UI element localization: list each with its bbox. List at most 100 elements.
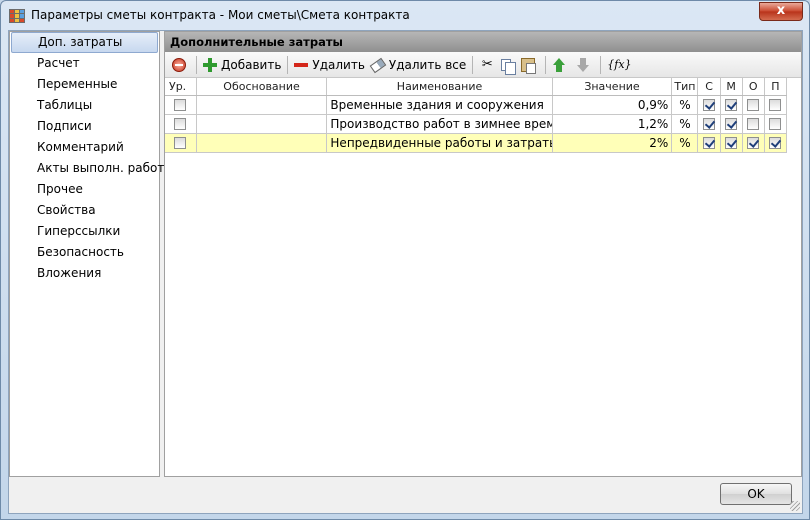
c-cell [697,95,721,115]
sidebar-item[interactable]: Вложения [11,263,158,284]
type-cell[interactable]: % [671,133,699,153]
sidebar: Доп. затраты Расчет Переменные Таблицы Подпи… [9,31,164,477]
name-cell[interactable]: Временные здания и сооружения [326,95,553,115]
toolbar-separator [545,55,547,74]
toolbar-separator [472,55,474,74]
level-cell [165,114,197,134]
column-header-o[interactable]: О [742,78,765,96]
p-checkbox[interactable] [769,137,782,149]
type-cell[interactable]: % [671,95,699,115]
m-checkbox[interactable] [725,99,738,111]
move-down-button[interactable] [573,54,597,76]
value-cell[interactable]: 0,9% [552,95,673,115]
basis-cell[interactable] [196,95,328,115]
title-bar[interactable]: Параметры сметы контракта - Мои сметы\См… [1,1,809,31]
ok-button[interactable]: OK [720,483,792,505]
column-header-level[interactable]: Ур. [165,78,197,96]
type-cell[interactable]: % [671,114,699,134]
c-checkbox[interactable] [703,118,716,130]
name-cell[interactable]: Непредвиденные работы и затраты [326,133,553,153]
formula-button[interactable]: {fx} [604,54,632,76]
table-header-row: Ур. Обоснование Наименование Значение Ти… [165,78,788,96]
o-checkbox[interactable] [747,137,760,149]
sidebar-item[interactable]: Акты выполн. работ [11,158,164,179]
o-cell [742,95,765,115]
sidebar-item[interactable]: Расчет [11,53,158,74]
paste-icon [521,57,537,74]
cut-button[interactable]: ✂ [476,54,498,76]
p-checkbox[interactable] [769,99,782,111]
sidebar-item[interactable]: Доп. затраты [11,32,158,53]
paste-button[interactable] [518,54,542,76]
toolbar-separator [196,55,197,74]
p-cell [764,133,788,153]
column-header-p[interactable]: П [764,78,788,96]
plus-icon [203,57,217,72]
m-cell [720,114,743,134]
dialog-window: Параметры сметы контракта - Мои сметы\См… [0,0,810,520]
function-icon: {fx} [607,57,632,71]
table-row[interactable]: Непредвиденные работы и затраты 2%% [165,133,788,153]
level-cell [165,95,197,115]
column-header-c[interactable]: С [697,78,721,96]
sidebar-item[interactable]: Таблицы [11,95,158,116]
window-title: Параметры сметы контракта - Мои сметы\См… [31,8,410,22]
column-header-type[interactable]: Тип [671,78,699,96]
m-cell [720,95,743,115]
level-checkbox[interactable] [174,118,187,130]
column-header-value[interactable]: Значение [552,78,673,96]
delete-button[interactable]: Удалить [291,54,368,76]
column-header-basis[interactable]: Обоснование [196,78,328,96]
sidebar-item[interactable]: Прочее [11,179,158,200]
table-row[interactable]: Временные здания и сооружения 0,9%% [165,95,788,115]
add-button[interactable]: Добавить [200,54,284,76]
close-icon: x [776,3,786,18]
c-cell [697,114,721,134]
app-icon [9,9,25,23]
delete-all-button[interactable]: Удалить все [368,54,469,76]
m-checkbox[interactable] [725,118,738,130]
copy-button[interactable] [498,54,518,76]
sidebar-item[interactable]: Безопасность [11,242,158,263]
copy-icon [501,58,517,75]
add-button-label: Добавить [221,57,282,72]
c-checkbox[interactable] [703,99,716,111]
c-cell [697,133,721,153]
eraser-icon [369,57,387,74]
name-cell[interactable]: Производство работ в зимнее время [326,114,553,134]
sidebar-item[interactable]: Подписи [11,116,158,137]
content-panel: Дополнительные затраты Добавить Удалить … [164,31,802,477]
value-cell[interactable]: 2% [552,133,673,153]
p-cell [764,95,788,115]
dialog-client: Доп. затраты Расчет Переменные Таблицы Подпи… [8,30,803,514]
column-header-name[interactable]: Наименование [326,78,553,96]
toolbar-separator [600,55,602,74]
table-row[interactable]: Производство работ в зимнее время 1,2%% [165,114,788,134]
o-checkbox[interactable] [747,118,760,130]
basis-cell[interactable] [196,133,328,153]
resize-grip[interactable] [790,501,800,511]
remove-row-button[interactable] [169,54,193,76]
basis-cell[interactable] [196,114,328,134]
costs-table: Ур. Обоснование Наименование Значение Ти… [165,78,788,153]
delete-all-button-label: Удалить все [388,57,467,72]
p-checkbox[interactable] [769,118,782,130]
value-cell[interactable]: 1,2% [552,114,673,134]
arrow-up-icon [552,57,566,72]
level-checkbox[interactable] [174,137,187,149]
move-up-button[interactable] [549,54,573,76]
c-checkbox[interactable] [703,137,716,149]
m-checkbox[interactable] [725,137,738,149]
column-header-m[interactable]: М [720,78,743,96]
panel-title: Дополнительные затраты [165,32,801,52]
sidebar-item[interactable]: Гиперссылки [11,221,158,242]
p-cell [764,114,788,134]
sidebar-item[interactable]: Переменные [11,74,158,95]
level-checkbox[interactable] [174,99,187,111]
sidebar-item[interactable]: Комментарий [11,137,158,158]
o-checkbox[interactable] [747,99,760,111]
close-button[interactable]: x [759,2,803,21]
sidebar-item[interactable]: Свойства [11,200,158,221]
minus-icon [294,58,309,72]
toolbar-separator [287,55,289,74]
